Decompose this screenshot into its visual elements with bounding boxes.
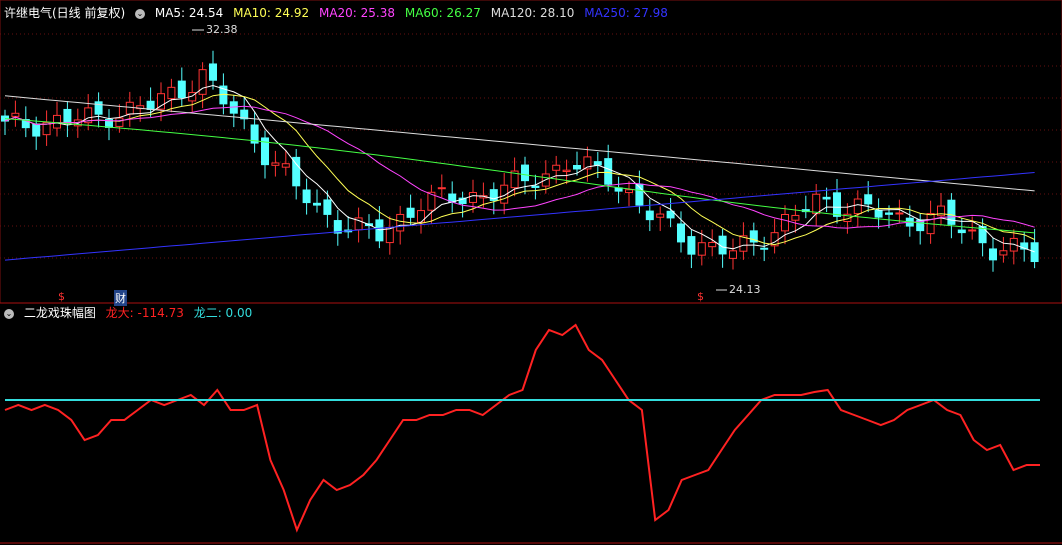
candle-body-95 [989, 248, 997, 261]
candle-body-99 [1030, 242, 1039, 263]
ma120-label: MA120: 28.10 [490, 6, 575, 20]
long-big-label: 龙大: -114.73 [105, 306, 184, 320]
low-price-label: 24.13 [729, 283, 761, 296]
long-big-line [4, 323, 1040, 533]
candle-body-38 [396, 213, 405, 232]
ma250-label: MA250: 27.98 [584, 6, 668, 20]
candle-body-14 [146, 100, 155, 110]
candle-body-45 [469, 192, 477, 203]
candle-body-57 [593, 161, 602, 166]
price-panel-frame [0, 0, 1062, 304]
candle-body-66 [687, 236, 696, 255]
indicator-settings-icon[interactable]: ⌄ [4, 308, 14, 319]
candle-body-54 [562, 169, 571, 173]
candle-body-76 [791, 214, 800, 221]
candle-body-63 [656, 213, 665, 218]
ma5-label: MA5: 24.54 [154, 6, 224, 20]
candle-body-58 [604, 158, 613, 185]
candle-body-20 [209, 63, 217, 81]
candle-body-9 [94, 101, 103, 115]
candle-body-75 [781, 214, 789, 232]
event-marker-finance[interactable]: 财 [114, 290, 127, 306]
candle-body-86 [895, 212, 904, 215]
candle-body-70 [729, 250, 737, 259]
candle-body-11 [115, 117, 124, 127]
long-two-label: 龙二: 0.00 [193, 306, 253, 320]
candle-body-78 [812, 193, 821, 215]
candle-body-5 [53, 114, 61, 129]
candle-body-68 [708, 241, 717, 248]
candle-body-67 [697, 242, 706, 256]
candle-body-31 [323, 199, 332, 215]
candle-body-96 [999, 250, 1008, 256]
candle-body-84 [874, 209, 883, 218]
candle-body-93 [968, 229, 977, 232]
event-marker-dollar-1[interactable]: $ [58, 290, 65, 303]
candle-body-37 [385, 227, 394, 244]
main-header: 许继电气(日线 前复权) ⌄ MA5: 24.54 MA10: 24.92 MA… [4, 5, 674, 21]
candle-body-80 [833, 192, 841, 217]
high-price-label: 32.38 [206, 23, 238, 36]
candle-body-29 [302, 189, 311, 204]
candle-body-50 [521, 164, 529, 182]
candle-body-26 [271, 162, 280, 166]
ma10-label: MA10: 24.92 [233, 6, 310, 20]
candle-body-83 [864, 194, 873, 205]
candle-body-51 [531, 185, 540, 188]
ma20-label: MA20: 25.38 [318, 6, 396, 20]
candle-body-65 [677, 223, 685, 243]
candle-body-60 [625, 189, 633, 194]
candle-body-79 [822, 196, 831, 200]
indicator-header: ⌄ 二龙戏珠幅图 龙大: -114.73 龙二: 0.00 [4, 305, 258, 321]
candle-body-1 [11, 112, 20, 117]
candle-body-17 [177, 80, 186, 99]
candle-body-30 [313, 202, 321, 206]
candle-body-3 [32, 123, 41, 137]
candle-body-62 [645, 210, 654, 221]
candle-body-53 [552, 164, 561, 171]
candle-body-15 [157, 93, 165, 110]
candle-body-73 [760, 247, 769, 250]
stock-title: 许继电气(日线 前复权) [4, 6, 126, 20]
chart-canvas [0, 0, 1062, 544]
candle-body-55 [573, 164, 581, 170]
candle-body-82 [853, 198, 862, 215]
candle-body-16 [167, 86, 176, 100]
candle-body-6 [63, 108, 72, 124]
candle-body-85 [885, 212, 893, 215]
settings-icon[interactable]: ⌄ [135, 8, 146, 19]
event-marker-dollar-2[interactable]: $ [697, 290, 704, 303]
ma60-label: MA60: 26.27 [404, 6, 481, 20]
candle-body-39 [406, 207, 415, 218]
candle-body-92 [957, 229, 966, 234]
indicator-title: 二龙戏珠幅图 [23, 306, 96, 320]
candle-body-42 [437, 187, 446, 190]
candle-body-12 [125, 101, 134, 115]
candle-body-27 [281, 163, 290, 168]
ma120-line [4, 95, 1035, 192]
